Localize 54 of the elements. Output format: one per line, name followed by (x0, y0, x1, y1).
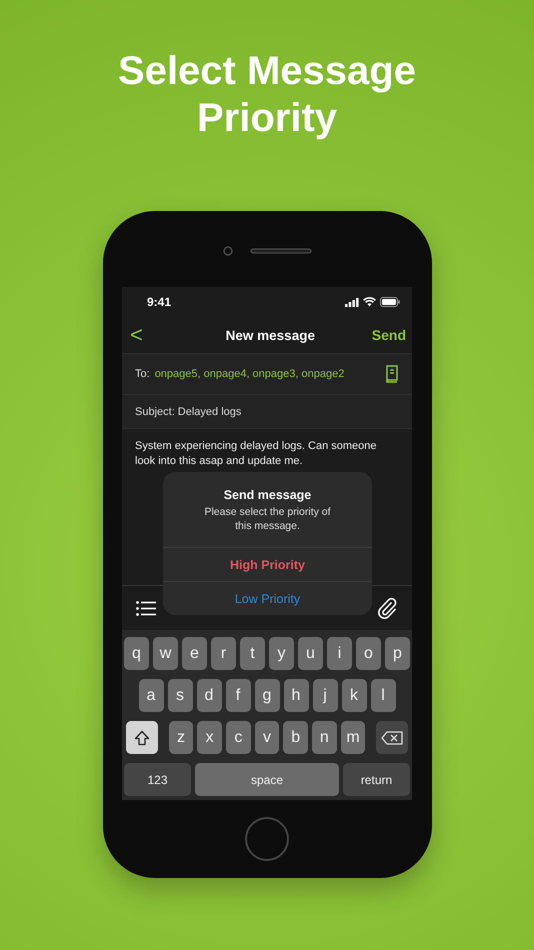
camera-icon (222, 246, 232, 256)
key[interactable]: n (312, 721, 337, 754)
space-key[interactable]: space (195, 763, 339, 796)
priority-option[interactable]: High Priority (163, 547, 372, 581)
key[interactable]: d (196, 679, 222, 712)
key[interactable]: p (385, 637, 410, 670)
shift-key[interactable] (126, 721, 158, 754)
key[interactable]: a (138, 679, 164, 712)
shift-icon (134, 730, 150, 746)
key[interactable]: t (240, 637, 265, 670)
screen-title: New message (226, 328, 315, 342)
key[interactable]: w (153, 637, 178, 670)
key[interactable]: m (340, 721, 366, 754)
list-icon[interactable] (136, 600, 156, 616)
key[interactable]: u (298, 637, 323, 670)
alert-title: Send message (222, 488, 312, 502)
recipients-field[interactable]: onpage5, onpage4, onpage3, onpage2 (154, 368, 380, 380)
speaker-icon (250, 248, 312, 254)
battery-icon (380, 297, 400, 307)
wifi-icon (363, 297, 376, 307)
key[interactable]: k (342, 679, 366, 712)
key[interactable]: c (226, 721, 251, 754)
key[interactable]: r (211, 637, 236, 670)
status-time: 9:41 (147, 295, 172, 309)
priority-option[interactable]: Low Priority (163, 581, 372, 615)
numbers-key[interactable]: 123 (124, 763, 191, 796)
delete-key[interactable] (376, 721, 408, 754)
key[interactable]: j (312, 679, 338, 712)
key[interactable]: f (226, 679, 250, 712)
key[interactable]: o (356, 637, 381, 670)
alert-message: Please select the priority of this message. (203, 505, 332, 533)
subject-field[interactable]: Subject: Delayed logs (122, 394, 412, 428)
to-label: To: (135, 368, 150, 380)
message-body[interactable]: System experiencing delayed logs. Can someone look into this asap and update me. (135, 439, 399, 469)
key[interactable]: v (254, 721, 280, 754)
delete-icon (381, 730, 404, 744)
paperclip-icon[interactable] (378, 597, 398, 619)
key[interactable]: e (182, 637, 207, 670)
key[interactable]: l (370, 679, 396, 712)
key[interactable]: g (254, 679, 280, 712)
back-button[interactable]: < (126, 322, 147, 348)
key[interactable]: q (124, 637, 149, 670)
key[interactable]: s (168, 679, 192, 712)
return-key[interactable]: return (343, 763, 410, 796)
send-button[interactable]: Send (372, 327, 406, 343)
headline: Select Message Priority (117, 48, 417, 142)
key[interactable]: h (284, 679, 308, 712)
key[interactable]: y (269, 637, 294, 670)
book-icon[interactable] (385, 365, 399, 383)
key[interactable]: z (168, 721, 194, 754)
signal-icon (345, 298, 359, 306)
key[interactable]: x (197, 721, 222, 754)
key[interactable]: b (283, 721, 308, 754)
key[interactable]: i (327, 637, 352, 670)
